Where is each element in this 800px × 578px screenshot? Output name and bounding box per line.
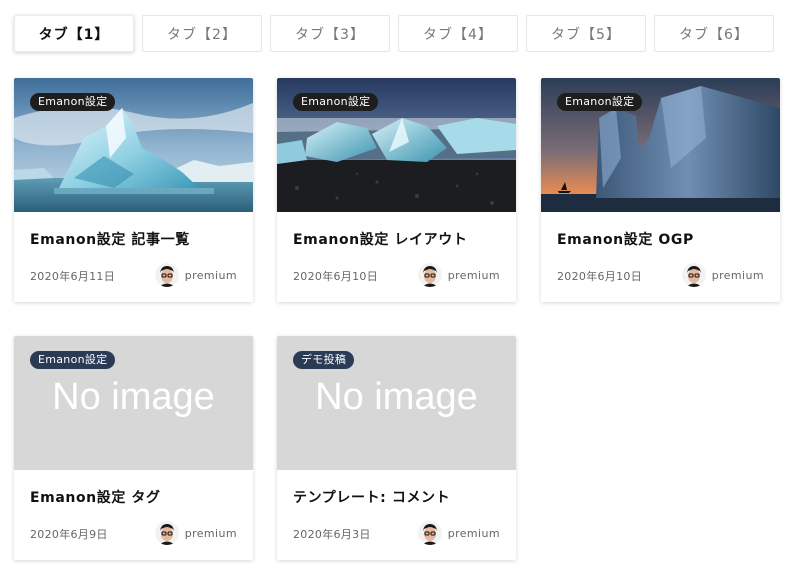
author-name: premium <box>711 268 764 282</box>
author-name: premium <box>447 526 500 540</box>
category-badge[interactable]: Emanon設定 <box>557 93 643 111</box>
post-title[interactable]: Emanon設定 記事一覧 <box>30 229 190 249</box>
post-card[interactable]: Emanon設定 Emanon設定 レイアウト 2020年6月10日 premi… <box>277 78 516 302</box>
tab-3[interactable]: タブ【3】 <box>270 15 390 52</box>
tab-bar: タブ【1】 タブ【2】 タブ【3】 タブ【4】 タブ【5】 タブ【6】 <box>14 15 774 52</box>
post-thumbnail[interactable]: Emanon設定 <box>541 78 780 212</box>
post-card[interactable]: Emanon設定 Emanon設定 記事一覧 2020年6月11日 premiu… <box>14 78 253 302</box>
category-badge[interactable]: Emanon設定 <box>30 351 116 369</box>
post-date: 2020年6月9日 <box>30 528 108 541</box>
post-thumbnail[interactable]: No image Emanon設定 <box>14 336 253 470</box>
post-author[interactable]: premium <box>154 263 237 287</box>
post-card[interactable]: No image デモ投稿 テンプレート: コメント 2020年6月3日 pre… <box>277 336 516 560</box>
tab-2[interactable]: タブ【2】 <box>142 15 262 52</box>
author-name: premium <box>184 526 237 540</box>
category-badge[interactable]: Emanon設定 <box>293 93 379 111</box>
post-thumbnail[interactable]: No image デモ投稿 <box>277 336 516 470</box>
author-avatar-icon <box>417 263 442 287</box>
post-title[interactable]: Emanon設定 OGP <box>557 229 694 249</box>
post-date: 2020年6月11日 <box>30 270 115 283</box>
author-avatar-icon <box>154 263 179 287</box>
post-date: 2020年6月3日 <box>293 528 371 541</box>
post-title[interactable]: Emanon設定 タグ <box>30 487 161 507</box>
author-avatar-icon <box>681 263 706 287</box>
post-card[interactable]: No image Emanon設定 Emanon設定 タグ 2020年6月9日 … <box>14 336 253 560</box>
tab-4[interactable]: タブ【4】 <box>398 15 518 52</box>
author-name: premium <box>447 268 500 282</box>
author-name: premium <box>184 268 237 282</box>
post-card[interactable]: Emanon設定 Emanon設定 OGP 2020年6月10日 premium <box>541 78 780 302</box>
tab-5[interactable]: タブ【5】 <box>526 15 646 52</box>
tab-6[interactable]: タブ【6】 <box>654 15 774 52</box>
no-image-placeholder: No image <box>315 376 478 418</box>
category-badge[interactable]: Emanon設定 <box>30 93 116 111</box>
post-title[interactable]: テンプレート: コメント <box>293 487 450 507</box>
post-date: 2020年6月10日 <box>557 270 642 283</box>
no-image-placeholder: No image <box>52 376 215 418</box>
tab-1[interactable]: タブ【1】 <box>14 15 134 52</box>
post-thumbnail[interactable]: Emanon設定 <box>14 78 253 212</box>
post-thumbnail[interactable]: Emanon設定 <box>277 78 516 212</box>
post-author[interactable]: premium <box>681 263 764 287</box>
post-title[interactable]: Emanon設定 レイアウト <box>293 229 467 249</box>
author-avatar-icon <box>417 521 442 545</box>
post-author[interactable]: premium <box>154 521 237 545</box>
post-author[interactable]: premium <box>417 263 500 287</box>
category-badge[interactable]: デモ投稿 <box>293 351 355 369</box>
author-avatar-icon <box>154 521 179 545</box>
post-date: 2020年6月10日 <box>293 270 378 283</box>
post-author[interactable]: premium <box>417 521 500 545</box>
